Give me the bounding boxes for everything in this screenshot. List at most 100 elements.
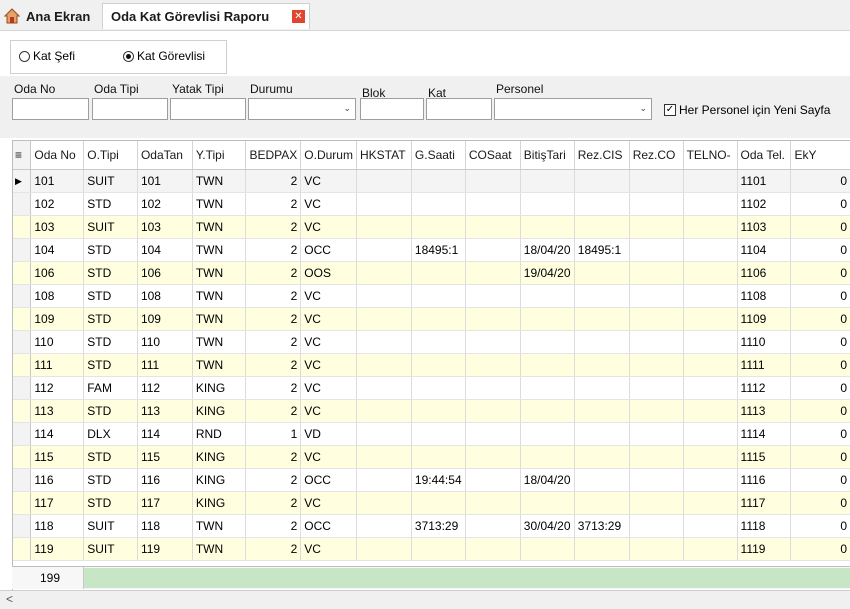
table-cell[interactable]: 116 bbox=[137, 468, 193, 492]
table-cell[interactable]: VC bbox=[300, 491, 357, 515]
table-cell[interactable]: DLX bbox=[83, 422, 138, 446]
table-cell[interactable] bbox=[574, 284, 630, 308]
table-cell[interactable]: 1101 bbox=[737, 169, 792, 193]
table-cell[interactable]: 2 bbox=[245, 261, 302, 285]
table-cell[interactable]: TWN bbox=[192, 353, 247, 377]
table-cell[interactable]: 2 bbox=[245, 238, 302, 262]
table-cell[interactable]: 115 bbox=[30, 445, 85, 469]
table-cell[interactable]: KING bbox=[192, 491, 247, 515]
table-cell[interactable]: 1111 bbox=[737, 353, 792, 377]
row-indicator[interactable] bbox=[13, 376, 32, 400]
table-cell[interactable] bbox=[520, 353, 575, 377]
table-cell[interactable] bbox=[411, 537, 466, 561]
table-cell[interactable] bbox=[356, 284, 412, 308]
table-cell[interactable]: TWN bbox=[192, 238, 247, 262]
radio-kat-gorevlisi[interactable]: Kat Görevlisi bbox=[123, 49, 205, 63]
table-cell[interactable]: VC bbox=[300, 445, 357, 469]
table-cell[interactable]: 18495:1 bbox=[574, 238, 630, 262]
table-cell[interactable]: 102 bbox=[137, 192, 193, 216]
table-cell[interactable]: 104 bbox=[30, 238, 85, 262]
column-header[interactable]: Rez.CO bbox=[629, 141, 684, 170]
column-header[interactable]: OdaTan bbox=[137, 141, 193, 170]
table-cell[interactable]: 30/04/20 bbox=[520, 514, 575, 538]
table-cell[interactable] bbox=[574, 445, 630, 469]
table-cell[interactable] bbox=[465, 192, 521, 216]
table-cell[interactable] bbox=[629, 491, 684, 515]
table-cell[interactable] bbox=[683, 169, 738, 193]
table-cell[interactable] bbox=[574, 491, 630, 515]
table-row[interactable]: 114 DLX 114 RND 1 VD 1114 0 bbox=[13, 422, 850, 446]
table-cell[interactable]: 117 bbox=[30, 491, 85, 515]
table-cell[interactable] bbox=[574, 468, 630, 492]
table-cell[interactable]: 115 bbox=[137, 445, 193, 469]
table-cell[interactable] bbox=[629, 330, 684, 354]
table-cell[interactable]: 103 bbox=[137, 215, 193, 239]
table-row[interactable]: 110 STD 110 TWN 2 VC 1110 0 bbox=[13, 330, 850, 354]
table-cell[interactable]: 0 bbox=[790, 284, 850, 308]
table-cell[interactable]: VC bbox=[300, 399, 357, 423]
table-cell[interactable]: 2 bbox=[245, 307, 302, 331]
kat-input[interactable] bbox=[426, 98, 492, 120]
table-cell[interactable] bbox=[574, 353, 630, 377]
table-cell[interactable]: 0 bbox=[790, 445, 850, 469]
table-row[interactable]: 111 STD 111 TWN 2 VC 1111 0 bbox=[13, 353, 850, 377]
blok-input[interactable] bbox=[360, 98, 424, 120]
table-cell[interactable]: SUIT bbox=[83, 537, 138, 561]
row-indicator[interactable] bbox=[13, 353, 32, 377]
table-cell[interactable] bbox=[574, 399, 630, 423]
table-cell[interactable]: 2 bbox=[245, 537, 302, 561]
table-cell[interactable] bbox=[520, 169, 575, 193]
table-cell[interactable]: 106 bbox=[30, 261, 85, 285]
table-cell[interactable]: 108 bbox=[30, 284, 85, 308]
table-cell[interactable] bbox=[411, 284, 466, 308]
table-cell[interactable] bbox=[465, 330, 521, 354]
table-cell[interactable] bbox=[465, 399, 521, 423]
table-cell[interactable] bbox=[411, 422, 466, 446]
table-cell[interactable]: 104 bbox=[137, 238, 193, 262]
close-tab-icon[interactable]: ✕ bbox=[292, 10, 305, 23]
table-cell[interactable]: 2 bbox=[245, 284, 302, 308]
table-cell[interactable]: 102 bbox=[30, 192, 85, 216]
table-cell[interactable]: 110 bbox=[30, 330, 85, 354]
table-cell[interactable]: 0 bbox=[790, 537, 850, 561]
table-cell[interactable] bbox=[520, 445, 575, 469]
table-cell[interactable]: 0 bbox=[790, 468, 850, 492]
table-cell[interactable]: 0 bbox=[790, 491, 850, 515]
table-cell[interactable] bbox=[574, 215, 630, 239]
row-indicator[interactable] bbox=[13, 192, 32, 216]
table-cell[interactable]: STD bbox=[83, 238, 138, 262]
table-cell[interactable] bbox=[629, 353, 684, 377]
table-cell[interactable]: VC bbox=[300, 376, 357, 400]
table-cell[interactable] bbox=[683, 192, 738, 216]
table-cell[interactable] bbox=[356, 330, 412, 354]
table-cell[interactable]: 1119 bbox=[737, 537, 792, 561]
table-cell[interactable]: 113 bbox=[30, 399, 85, 423]
table-cell[interactable] bbox=[520, 399, 575, 423]
table-cell[interactable] bbox=[465, 491, 521, 515]
table-row[interactable]: 106 STD 106 TWN 2 OOS 19/04/20 1106 0 bbox=[13, 261, 850, 285]
table-cell[interactable] bbox=[356, 399, 412, 423]
table-cell[interactable] bbox=[629, 537, 684, 561]
durumu-combo[interactable]: ⌄ bbox=[248, 98, 356, 120]
table-cell[interactable] bbox=[574, 537, 630, 561]
table-cell[interactable] bbox=[629, 307, 684, 331]
table-cell[interactable] bbox=[356, 422, 412, 446]
row-indicator[interactable] bbox=[13, 330, 32, 354]
table-cell[interactable]: 1110 bbox=[737, 330, 792, 354]
table-cell[interactable] bbox=[465, 261, 521, 285]
table-cell[interactable] bbox=[356, 169, 412, 193]
table-cell[interactable]: 0 bbox=[790, 169, 850, 193]
table-cell[interactable]: TWN bbox=[192, 284, 247, 308]
table-cell[interactable]: OCC bbox=[300, 468, 357, 492]
table-cell[interactable] bbox=[465, 422, 521, 446]
table-cell[interactable] bbox=[520, 537, 575, 561]
table-cell[interactable]: 18/04/20 bbox=[520, 468, 575, 492]
table-cell[interactable]: 110 bbox=[137, 330, 193, 354]
table-cell[interactable]: STD bbox=[83, 307, 138, 331]
column-header[interactable]: Oda No bbox=[30, 141, 85, 170]
table-cell[interactable] bbox=[574, 376, 630, 400]
horizontal-scrollbar[interactable]: < bbox=[0, 590, 850, 609]
table-cell[interactable]: STD bbox=[83, 445, 138, 469]
table-cell[interactable]: 0 bbox=[790, 238, 850, 262]
table-cell[interactable]: 2 bbox=[245, 491, 302, 515]
